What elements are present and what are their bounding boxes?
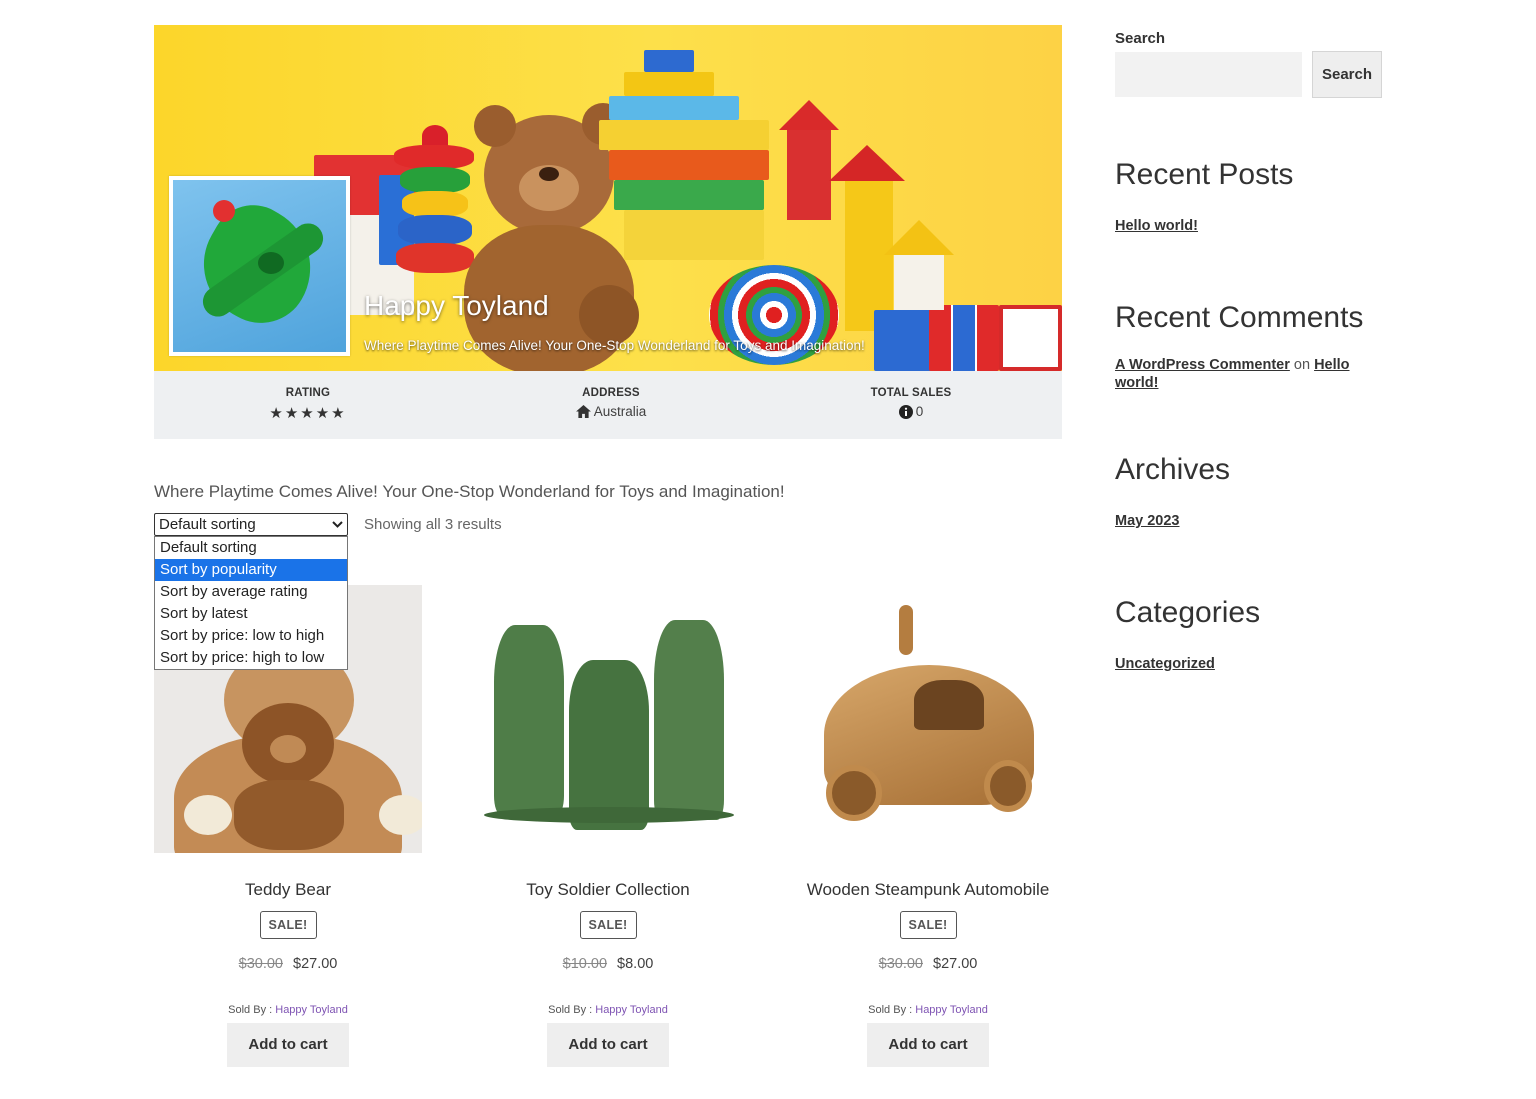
search-label: Search [1115, 30, 1166, 47]
bear-small-muzzle [270, 735, 306, 763]
sold-by: Sold By : Happy Toyland [474, 1004, 742, 1016]
product-card: Wooden Steampunk Automobile SALE! $30.00… [794, 585, 1062, 1067]
product-card: Toy Soldier Collection SALE! $10.00 $8.00… [474, 585, 742, 1067]
lego-yellow [624, 72, 714, 96]
sold-by-label: Sold By : [868, 1004, 913, 1016]
vendor-link[interactable]: Happy Toyland [275, 1004, 348, 1016]
soldier-right [654, 620, 724, 820]
lego-row-2 [599, 120, 769, 150]
sorting-options-list: Default sorting Sort by popularity Sort … [154, 536, 348, 670]
search-button[interactable]: Search [1312, 51, 1382, 98]
product-price: $30.00 $27.00 [794, 956, 1062, 972]
rating-label: RATING [285, 387, 331, 399]
category-link[interactable]: Uncategorized [1115, 656, 1215, 672]
address-value: Australia [511, 404, 711, 419]
product-title[interactable]: Wooden Steampunk Automobile [794, 880, 1062, 900]
recent-post-link[interactable]: Hello world! [1115, 218, 1198, 234]
sales-label: TOTAL SALES [870, 387, 952, 399]
store-tagline: Where Playtime Comes Alive! Your One-Sto… [364, 338, 865, 353]
rating-info: RATING ★★★★★ [208, 387, 408, 422]
bear-paw-right [379, 795, 422, 835]
sold-by: Sold By : Happy Toyland [154, 1004, 422, 1016]
bear-small-body [234, 780, 344, 850]
bear-paw-left [184, 795, 232, 835]
archive-link[interactable]: May 2023 [1115, 513, 1180, 529]
sale-badge: SALE! [259, 911, 317, 939]
old-price: $30.00 [238, 956, 283, 972]
block-blue-right [874, 310, 934, 371]
store-info-bar: RATING ★★★★★ ADDRESS Australia TOTAL SAL… [154, 371, 1062, 439]
add-to-cart-button[interactable]: Add to cart [227, 1023, 349, 1067]
airplane-cockpit [258, 252, 284, 274]
car-wheel-left [826, 765, 882, 821]
current-price: $27.00 [933, 956, 978, 972]
sold-by: Sold By : Happy Toyland [794, 1004, 1062, 1016]
vendor-link[interactable]: Happy Toyland [915, 1004, 988, 1016]
product-price: $30.00 $27.00 [154, 956, 422, 972]
comment-on-text: on [1293, 357, 1311, 373]
product-image-toy-soldier[interactable] [474, 585, 742, 853]
lego-row-1 [609, 96, 739, 120]
rubiks-cube [929, 305, 999, 371]
address-text: Australia [593, 404, 647, 419]
store-name: Happy Toyland [364, 290, 549, 321]
car-top-knob [899, 605, 913, 655]
star-rating-icon: ★★★★★ [269, 405, 347, 422]
block-purple [999, 305, 1062, 371]
old-price: $30.00 [878, 956, 923, 972]
store-logo [169, 176, 350, 356]
product-title[interactable]: Teddy Bear [154, 880, 422, 900]
sort-option-latest[interactable]: Sort by latest [155, 603, 347, 625]
sale-badge: SALE! [899, 911, 957, 939]
sort-option-price-asc[interactable]: Sort by price: low to high [155, 625, 347, 647]
current-price: $27.00 [293, 956, 338, 972]
lego-row-4 [614, 180, 764, 210]
lego-blue-top [644, 50, 694, 72]
add-to-cart-button[interactable]: Add to cart [547, 1023, 669, 1067]
lego-row-3 [609, 150, 769, 180]
sort-option-rating[interactable]: Sort by average rating [155, 581, 347, 603]
sort-option-popularity[interactable]: Sort by popularity [155, 559, 347, 581]
sales-text: 0 [915, 404, 924, 419]
recent-comment: A WordPress Commenter on Hello world! [1115, 356, 1375, 392]
chevron-down-icon [332, 521, 343, 528]
sales-value: 0 [811, 404, 1011, 419]
sort-option-price-desc[interactable]: Sort by price: high to low [155, 647, 347, 669]
product-title[interactable]: Toy Soldier Collection [474, 880, 742, 900]
soldier-middle [569, 660, 649, 830]
old-price: $10.00 [562, 956, 608, 972]
comment-author-link[interactable]: A WordPress Commenter [1115, 357, 1290, 373]
home-icon [575, 405, 591, 418]
store-description: Where Playtime Comes Alive! Your One-Sto… [154, 482, 785, 501]
rating-value: ★★★★★ [208, 404, 408, 422]
car-window [914, 680, 984, 730]
sold-by-label: Sold By : [548, 1004, 593, 1016]
product-image-wooden-car[interactable] [794, 585, 1062, 853]
yellow-roof-block [884, 220, 954, 310]
add-to-cart-button[interactable]: Add to cart [867, 1023, 989, 1067]
recent-comments-title: Recent Comments [1115, 301, 1364, 334]
product-price: $10.00 $8.00 [474, 956, 742, 972]
result-count: Showing all 3 results [364, 516, 502, 533]
car-wheel-right [984, 760, 1032, 812]
address-label: ADDRESS [582, 387, 640, 399]
archives-title: Archives [1115, 453, 1231, 486]
address-info: ADDRESS Australia [511, 387, 711, 419]
sorting-select[interactable]: Default sorting [154, 513, 348, 536]
vendor-link[interactable]: Happy Toyland [595, 1004, 668, 1016]
sold-by-label: Sold By : [228, 1004, 273, 1016]
search-input[interactable] [1115, 52, 1302, 97]
sorting-selected-value: Default sorting [159, 516, 256, 533]
sale-badge: SALE! [579, 911, 637, 939]
info-circle-icon [898, 404, 913, 419]
sales-info: TOTAL SALES 0 [811, 387, 1011, 419]
soldier-left [494, 625, 564, 815]
sort-option-default[interactable]: Default sorting [155, 537, 347, 559]
categories-title: Categories [1115, 596, 1261, 629]
recent-posts-title: Recent Posts [1115, 158, 1294, 191]
soldier-base [484, 807, 734, 823]
current-price: $8.00 [617, 956, 654, 972]
airplane-propeller [213, 200, 235, 222]
